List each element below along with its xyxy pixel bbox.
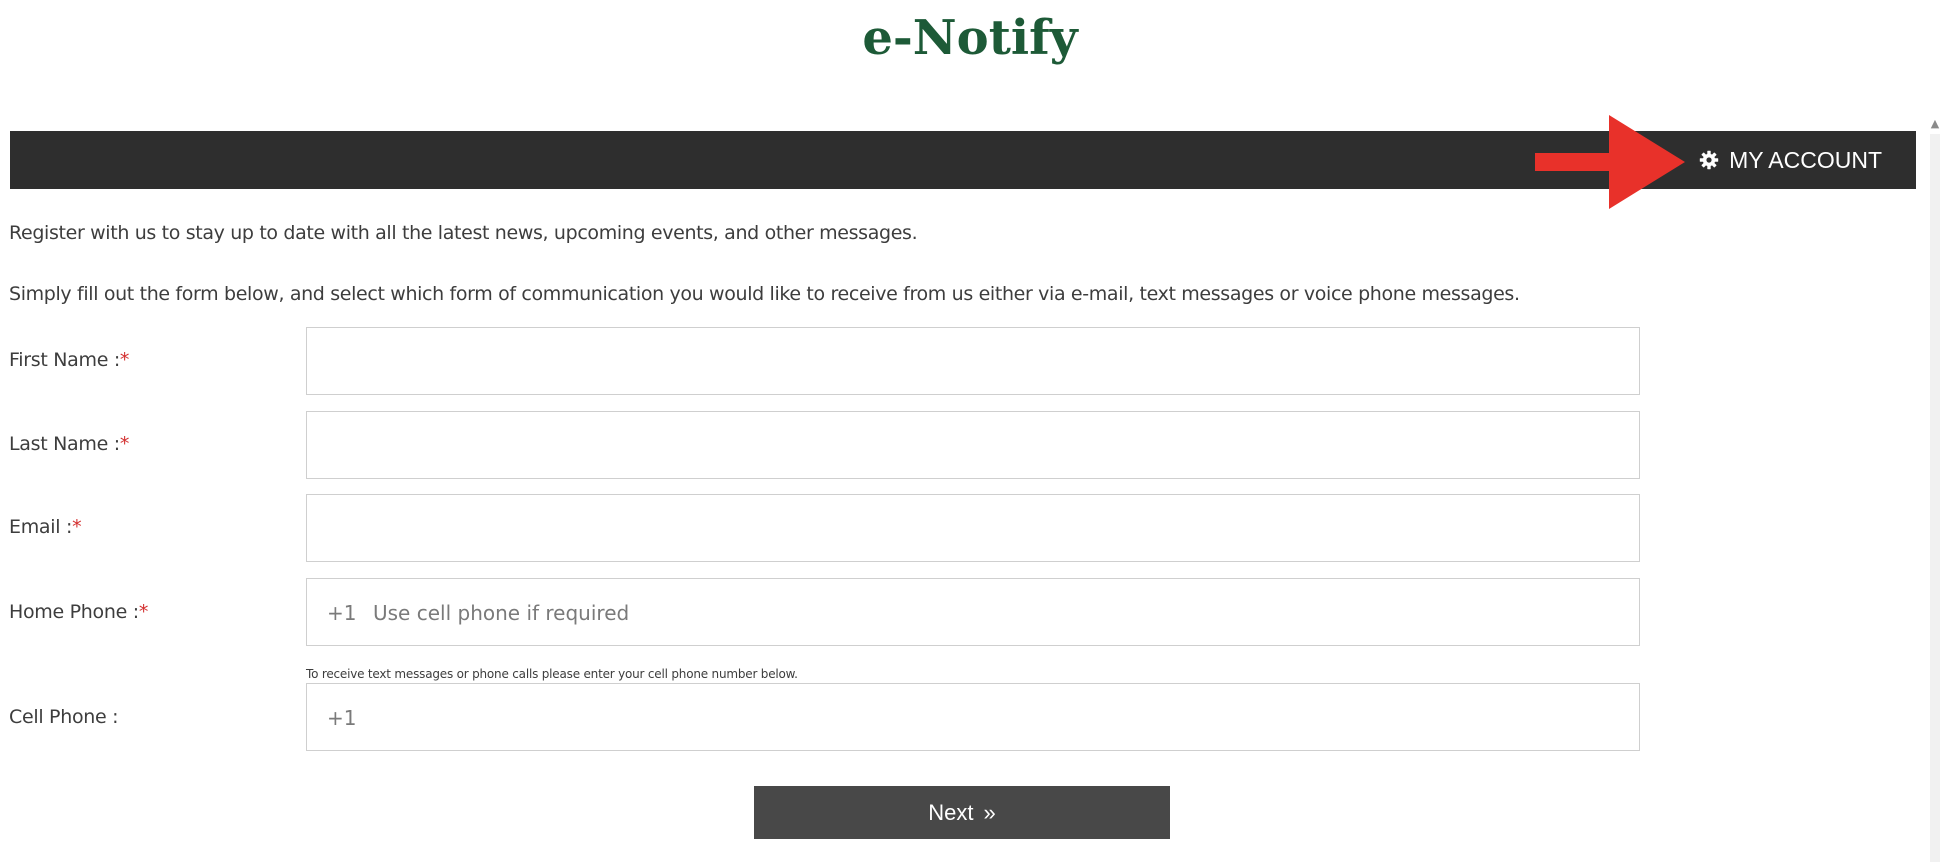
required-marker: *: [138, 601, 149, 623]
home-phone-placeholder: Use cell phone if required: [373, 601, 630, 625]
page-title: e-Notify: [862, 10, 1078, 66]
first-name-label: First Name :*: [9, 349, 130, 371]
last-name-field[interactable]: [306, 411, 1640, 479]
home-phone-country-prefix: +1: [327, 601, 357, 625]
scroll-up-icon[interactable]: ▲: [1929, 118, 1941, 130]
next-button[interactable]: Next »: [754, 786, 1170, 839]
cell-phone-label: Cell Phone :: [9, 706, 119, 728]
my-account-link[interactable]: MY ACCOUNT: [1699, 131, 1882, 189]
gear-icon: [1699, 150, 1719, 170]
required-marker: *: [119, 433, 130, 455]
last-name-label: Last Name :*: [9, 433, 130, 455]
intro-text-register: Register with us to stay up to date with…: [9, 222, 918, 244]
first-name-field[interactable]: [306, 327, 1640, 395]
double-chevron-right-icon: »: [983, 799, 996, 825]
my-account-label: MY ACCOUNT: [1729, 146, 1882, 173]
email-field[interactable]: [306, 494, 1640, 562]
cell-phone-hint: To receive text messages or phone calls …: [306, 667, 798, 681]
next-button-label: Next: [928, 799, 974, 825]
cell-phone-country-prefix: +1: [327, 706, 357, 730]
required-marker: *: [72, 516, 82, 538]
red-arrow-annotation: [1535, 115, 1685, 209]
home-phone-label: Home Phone :*: [9, 601, 149, 623]
email-label: Email :*: [9, 516, 82, 538]
intro-text-instructions: Simply fill out the form below, and sele…: [9, 283, 1520, 305]
cell-phone-field[interactable]: [306, 683, 1640, 751]
scrollbar-track[interactable]: [1930, 134, 1940, 862]
required-marker: *: [119, 349, 130, 371]
